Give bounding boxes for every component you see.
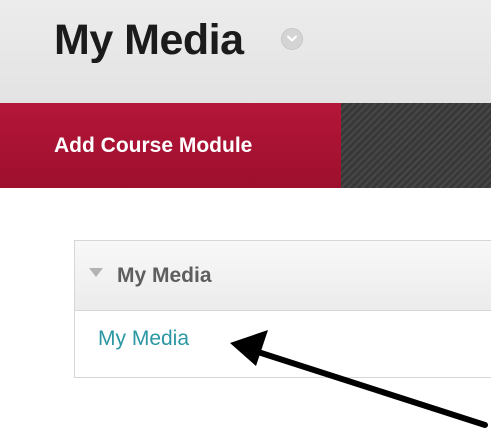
module-header: My Media bbox=[75, 241, 491, 311]
module-panel: My Media My Media bbox=[74, 240, 491, 378]
page-title: My Media bbox=[54, 16, 244, 64]
course-toolbar: Add Course Module bbox=[0, 103, 491, 188]
module-title: My Media bbox=[117, 264, 212, 287]
my-media-link[interactable]: My Media bbox=[98, 324, 189, 354]
chevron-down-icon bbox=[287, 35, 297, 42]
add-course-module-button[interactable]: Add Course Module bbox=[0, 103, 341, 188]
title-menu-button[interactable] bbox=[281, 28, 303, 50]
triangle-down-icon[interactable] bbox=[89, 268, 103, 278]
page-header: My Media bbox=[0, 0, 491, 103]
